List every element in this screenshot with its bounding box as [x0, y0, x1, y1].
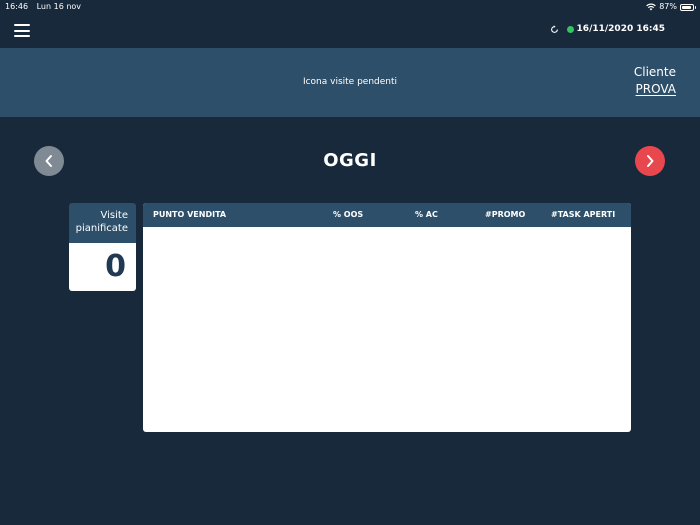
client-name-link[interactable]: PROVA: [634, 81, 676, 98]
next-day-button[interactable]: [635, 146, 665, 176]
online-status-dot: [566, 25, 574, 33]
table-header: PUNTO VENDITA % OOS % AC #PROMO #TASK AP…: [143, 203, 631, 227]
client-label: Cliente: [633, 65, 676, 79]
chevron-right-icon: [647, 155, 654, 167]
planned-visits-card: Visite pianificate 0: [69, 203, 136, 291]
column-header-ac[interactable]: % AC: [415, 203, 438, 227]
hamburger-menu-icon[interactable]: [14, 24, 30, 37]
column-header-promo[interactable]: #PROMO: [485, 203, 525, 227]
sync-status: 16/11/2020 16:45: [550, 24, 665, 34]
column-header-oos[interactable]: % OOS: [333, 203, 363, 227]
battery-icon: [680, 3, 696, 11]
column-header-punto-vendita[interactable]: PUNTO VENDITA: [153, 203, 226, 227]
planned-visits-label: Visite pianificate: [69, 203, 136, 243]
client-block: Cliente PROVA: [634, 64, 676, 98]
battery-fill: [682, 5, 691, 9]
last-sync-datetime: 16/11/2020 16:45: [576, 24, 665, 34]
status-time: 16:46: [5, 2, 29, 11]
status-date: Lun 16 nov: [36, 2, 82, 11]
battery-percent: 87%: [659, 2, 677, 11]
pending-visits-text: Icona visite pendenti: [302, 77, 398, 87]
wifi-icon: [646, 3, 657, 11]
column-header-task-aperti[interactable]: #TASK APERTI: [551, 203, 615, 227]
nav-bar: 16/11/2020 16:45: [0, 14, 700, 48]
status-bar: 16:46 Lun 16 nov 87%: [0, 0, 700, 14]
visits-table: PUNTO VENDITA % OOS % AC #PROMO #TASK AP…: [143, 203, 631, 432]
planned-visits-count: 0: [69, 243, 136, 291]
planned-visits-label-line1: Visite: [100, 210, 128, 221]
header-banner: Icona visite pendenti Cliente PROVA: [0, 48, 700, 117]
day-title: OGGI: [323, 150, 377, 171]
planned-visits-label-line2: pianificate: [75, 223, 128, 234]
sync-icon[interactable]: [550, 24, 559, 34]
